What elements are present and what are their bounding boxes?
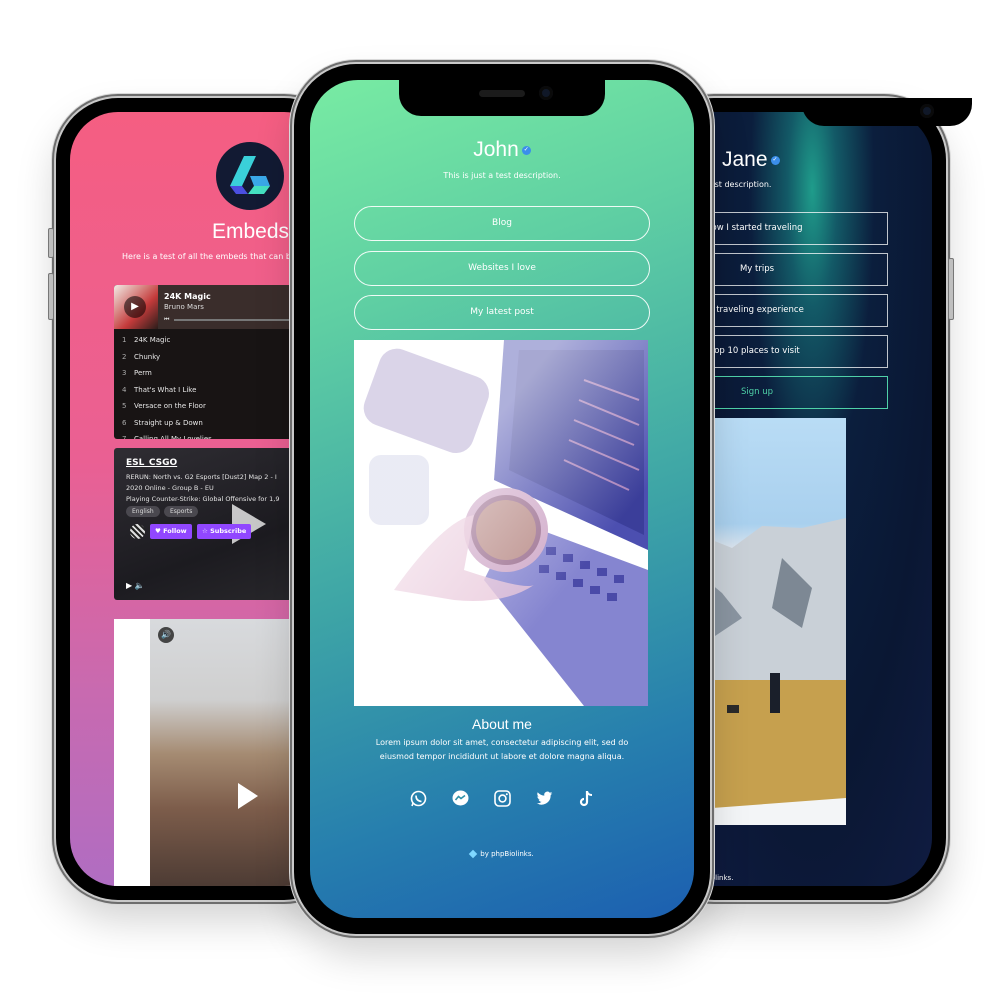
track-number: 4 xyxy=(122,385,127,394)
link-button-websites[interactable]: Websites I love xyxy=(354,251,650,286)
stream-title: RERUN: North vs. G2 Esports [Dust2] Map … xyxy=(126,473,277,481)
track-name: Calling All My Lovelies xyxy=(134,435,212,439)
play-icon[interactable]: ▶ xyxy=(124,296,146,318)
track-name: Versace on the Floor xyxy=(134,402,206,410)
side-button xyxy=(48,228,54,258)
stream-game[interactable]: Playing Counter-Strike: Global Offensive… xyxy=(126,495,279,503)
tag-english[interactable]: English xyxy=(126,506,160,517)
laptop-coffee-image xyxy=(354,340,648,706)
gem-icon xyxy=(469,849,478,859)
track-number: 6 xyxy=(122,418,127,427)
twitter-icon[interactable] xyxy=(536,790,553,807)
channel-name[interactable]: ESL_CSGO xyxy=(126,458,177,468)
about-text: Lorem ipsum dolor sit amet, consectetur … xyxy=(375,738,629,761)
speaker-grille xyxy=(479,90,525,97)
notch xyxy=(802,98,973,126)
profile-description: This is just a test description. xyxy=(443,171,561,180)
avatar xyxy=(216,142,284,210)
link-button-blog[interactable]: Blog xyxy=(354,206,650,241)
embeds-profile-screen: Embeds Here is a test of all the embeds … xyxy=(70,112,332,886)
volume-button xyxy=(48,273,54,320)
power-button xyxy=(948,258,954,320)
verified-badge-icon: ✓ xyxy=(770,155,780,165)
laptop-illustration xyxy=(354,340,648,706)
footer-credit[interactable]: by phpBiolinks. xyxy=(310,849,694,859)
track-title: 24K Magic xyxy=(164,292,211,301)
profile-title: Embeds xyxy=(212,220,290,243)
tiktok-icon[interactable] xyxy=(578,790,595,807)
profile-name: John ✓ xyxy=(310,138,694,162)
name-text: Jane xyxy=(722,148,768,171)
phone-mockup-center: John ✓ This is just a test description. B… xyxy=(294,64,710,934)
track-number: 2 xyxy=(122,352,127,361)
instagram-icon[interactable] xyxy=(493,790,511,807)
track-number: 1 xyxy=(122,336,127,344)
messenger-icon[interactable] xyxy=(452,790,469,807)
camera-icon xyxy=(920,104,935,118)
notch xyxy=(399,80,605,116)
about-title: About me xyxy=(472,716,532,732)
track-number: 3 xyxy=(122,369,127,377)
play-icon[interactable] xyxy=(238,783,258,809)
link-button-latest-post[interactable]: My latest post xyxy=(354,295,650,330)
player-controls[interactable]: ▶ 🔈 xyxy=(126,581,145,590)
name-text: John xyxy=(473,138,519,161)
track-artist: Bruno Mars xyxy=(164,303,204,311)
track-name: Perm xyxy=(134,369,152,377)
whatsapp-icon[interactable] xyxy=(410,790,427,807)
track-name: 24K Magic xyxy=(134,336,171,344)
stream-subtitle: 2020 Online - Group B - EU xyxy=(126,484,214,492)
john-profile-screen: John ✓ This is just a test description. B… xyxy=(310,80,694,918)
track-name: Chunky xyxy=(134,352,161,361)
footer-text: by phpBiolinks. xyxy=(480,850,534,858)
social-icons xyxy=(310,790,694,807)
profile-description: Here is a test of all the embeds that ca… xyxy=(122,252,309,261)
follow-button[interactable]: ♥ Follow xyxy=(150,524,192,539)
skip-back-icon[interactable]: ⏮ xyxy=(164,316,169,324)
track-name: That's What I Like xyxy=(134,385,197,394)
sound-icon[interactable]: 🔊 xyxy=(158,627,174,643)
logo-icon xyxy=(230,156,270,194)
verified-badge-icon: ✓ xyxy=(521,145,531,155)
subscribe-button[interactable]: ☆ Subscribe xyxy=(197,524,252,539)
channel-avatar xyxy=(130,524,145,539)
track-number: 7 xyxy=(122,435,127,439)
tag-esports[interactable]: Esports xyxy=(164,506,199,517)
camera-icon xyxy=(539,86,553,100)
profile-name: Jane ✓ xyxy=(722,148,780,172)
track-name: Straight up & Down xyxy=(134,418,203,427)
track-number: 5 xyxy=(122,402,127,410)
